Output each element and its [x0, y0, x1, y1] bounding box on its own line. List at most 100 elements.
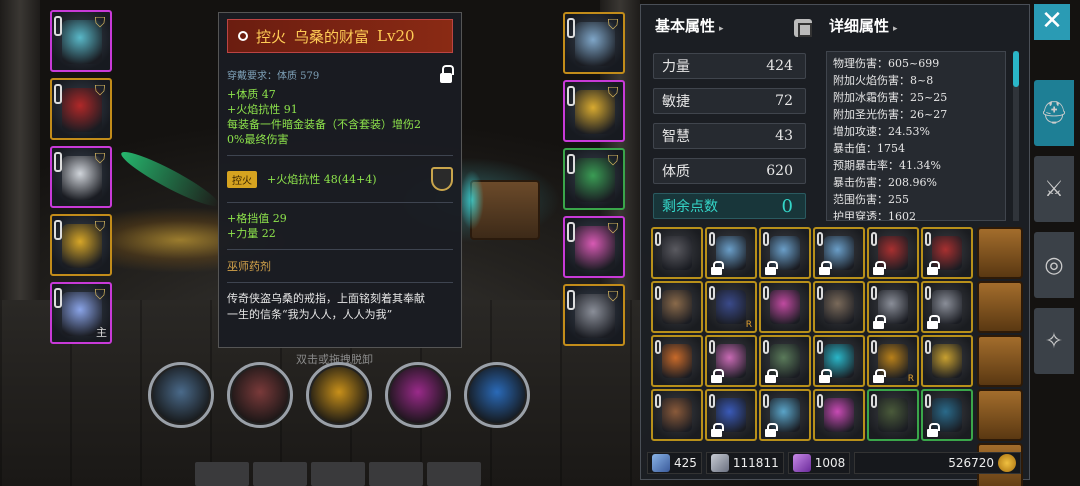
equip-slot-boots[interactable]: ⛉: [563, 148, 625, 210]
equip-slot-armor[interactable]: ⛉: [50, 78, 112, 140]
sword-skill-icon[interactable]: [148, 362, 214, 428]
caret-icon: ▸: [719, 24, 724, 34]
inventory-slot[interactable]: [759, 227, 811, 279]
inventory-slot[interactable]: [921, 389, 973, 441]
defense-power: 111811: [705, 452, 784, 474]
bag-icon[interactable]: [977, 389, 1023, 441]
gold-count: 526720: [854, 452, 1021, 474]
attribute-label: 力量: [662, 59, 690, 75]
quality-shield-icon: ⛉: [94, 83, 106, 99]
stat-line: +体质 47: [227, 88, 276, 101]
basic-attributes-header[interactable]: 基本属性 ▸: [655, 15, 724, 36]
bottom-tab[interactable]: [427, 462, 481, 486]
lock-icon[interactable]: [439, 65, 454, 83]
equip-slot-belt-tassel[interactable]: ⛉: [563, 80, 625, 142]
bag-icon[interactable]: [977, 281, 1023, 333]
link-icon: [655, 340, 661, 354]
inventory-slot[interactable]: [705, 335, 757, 387]
inventory-slot[interactable]: [867, 389, 919, 441]
item-icon: [662, 290, 692, 324]
basic-attributes: 力量 424 敏捷 72 智慧 43 体质 620 剩余点数 0: [653, 53, 806, 228]
equip-slot-amulet[interactable]: ⛉: [563, 12, 625, 74]
bottom-tab[interactable]: [195, 462, 249, 486]
rarity-badge: R: [745, 320, 752, 330]
quality-shield-icon: ⛉: [607, 85, 619, 101]
equip-slot-ring-gold[interactable]: ⛉: [50, 214, 112, 276]
inventory-slot[interactable]: [867, 227, 919, 279]
skills-tab-icon[interactable]: ◎: [1034, 232, 1074, 298]
equip-slot-ring-pink[interactable]: ⛉: [563, 216, 625, 278]
inventory-slot[interactable]: [921, 227, 973, 279]
detail-attributes-header[interactable]: 详细属性 ▸: [829, 15, 898, 36]
detail-scrollbar[interactable]: [1013, 51, 1019, 221]
bottom-tab[interactable]: [253, 462, 307, 486]
stat-line: 每装备一件暗金装备（不含套装）增伤2: [227, 118, 421, 131]
link-icon: [817, 340, 823, 354]
equip-slot-weapon[interactable]: ⛉ 主: [50, 282, 112, 344]
inventory-slot[interactable]: [813, 389, 865, 441]
lock-icon: [711, 369, 724, 383]
frost-skill-icon[interactable]: [464, 362, 530, 428]
shield-skill-icon[interactable]: [306, 362, 372, 428]
link-icon: [817, 286, 823, 300]
item-description: 传奇侠盗乌桑的戒指，上面铭刻着其奉献 一生的信条“我为人人，人人为我”: [227, 291, 453, 323]
inventory-slot[interactable]: [651, 335, 703, 387]
item-icon: [770, 290, 800, 324]
set-tag: 控火: [227, 170, 257, 188]
slash-skill-icon[interactable]: [385, 362, 451, 428]
lock-icon: [873, 261, 886, 275]
link-icon: [871, 286, 877, 300]
bag-icon[interactable]: [977, 335, 1023, 387]
equip-slot-shoulders[interactable]: ⛉: [50, 146, 112, 208]
inventory-slot[interactable]: [651, 389, 703, 441]
attribute-0: 力量 424: [653, 53, 806, 79]
inventory-slot[interactable]: [651, 227, 703, 279]
link-icon: [763, 394, 769, 408]
equipment-tab-icon[interactable]: ⛑: [1034, 80, 1074, 146]
detail-attributes-list[interactable]: 物理伤害：605~699 附加火焰伤害：8~8 附加冰霜伤害：25~25 附加圣光伤害…: [826, 51, 1006, 221]
bottom-tab[interactable]: [369, 462, 423, 486]
currency-bar: 425 111811 1008 526720: [647, 451, 1025, 475]
inventory-slot[interactable]: [759, 281, 811, 333]
inventory-slot[interactable]: [759, 335, 811, 387]
quality-shield-icon: ⛉: [94, 151, 106, 167]
close-button[interactable]: ✕: [1034, 4, 1070, 40]
inventory-slot[interactable]: R: [867, 335, 919, 387]
item-icon: [932, 344, 962, 378]
copy-icon[interactable]: [794, 19, 812, 37]
inventory-slot[interactable]: [813, 281, 865, 333]
inventory-slot[interactable]: [813, 335, 865, 387]
settings-tab-icon[interactable]: ✧: [1034, 308, 1074, 374]
equip-slot-helmet[interactable]: ⛉: [50, 10, 112, 72]
attribute-3: 体质 620: [653, 158, 806, 184]
link-icon: [54, 84, 62, 104]
set-bonus-row: 控火 +火焰抗性 48(44+4): [227, 164, 453, 194]
axe-skill-icon[interactable]: [227, 362, 293, 428]
inventory-slot[interactable]: [651, 281, 703, 333]
inventory-slot[interactable]: [867, 281, 919, 333]
item-level: Lv20: [377, 27, 415, 45]
lock-icon: [711, 261, 724, 275]
equip-slot-offhand-shield[interactable]: ⛉: [563, 284, 625, 346]
inventory-slot[interactable]: [921, 281, 973, 333]
inventory-grid: RR: [651, 227, 973, 441]
bottom-tab[interactable]: [311, 462, 365, 486]
inventory-slot[interactable]: [813, 227, 865, 279]
detail-line: 护甲穿透：1602: [833, 210, 916, 221]
inventory-slot[interactable]: [705, 227, 757, 279]
lock-icon: [765, 261, 778, 275]
inventory-slot[interactable]: [759, 389, 811, 441]
inventory-slot[interactable]: [705, 389, 757, 441]
detail-line: 暴击值：1754: [833, 142, 905, 155]
link-icon: [709, 394, 715, 408]
lock-icon: [819, 261, 832, 275]
lock-icon: [819, 369, 832, 383]
item-icon: [824, 398, 854, 432]
bag-icon[interactable]: [977, 227, 1023, 279]
lock-icon: [711, 423, 724, 437]
inventory-slot[interactable]: [921, 335, 973, 387]
weapons-tab-icon[interactable]: ⚔: [1034, 156, 1074, 222]
sword-icon: [652, 454, 670, 472]
crystal-count: 1008: [787, 452, 851, 474]
inventory-slot[interactable]: R: [705, 281, 757, 333]
